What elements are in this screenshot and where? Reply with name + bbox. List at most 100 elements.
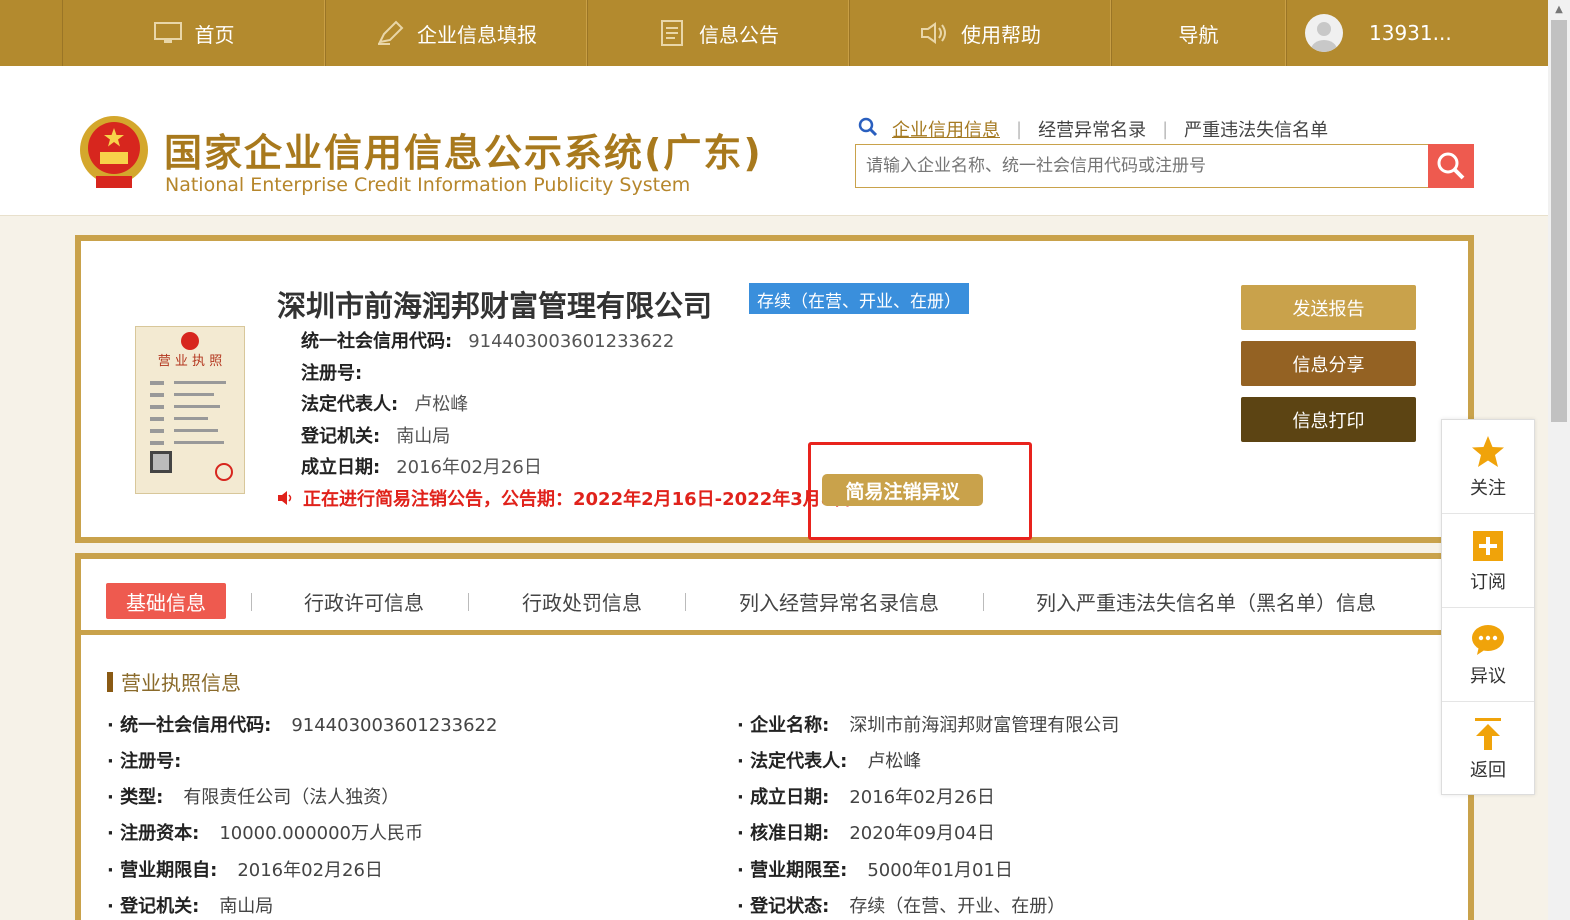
field-value: 2016年02月26日 — [849, 787, 995, 808]
divider — [251, 593, 252, 611]
row-term-to: 营业期限至: 5000年01月01日 — [737, 856, 1013, 882]
field-label: 成立日期: — [301, 457, 381, 478]
field-label: 注册号: — [301, 363, 363, 384]
nav-home[interactable]: 首页 — [62, 0, 325, 66]
field-value: 卢松峰 — [414, 394, 469, 415]
nav-help[interactable]: 使用帮助 — [849, 0, 1111, 66]
speaker-icon — [919, 20, 949, 46]
field-value: 有限责任公司（法人独资） — [183, 787, 400, 808]
tab-abnormal-list[interactable]: 列入经营异常名录信息 — [739, 583, 939, 619]
user-name: 13931... — [1369, 21, 1452, 45]
tab-admin-license[interactable]: 行政许可信息 — [304, 583, 424, 619]
document-icon — [657, 20, 687, 46]
notice-text: 正在进行简易注销公告，公告期：2022年2月16日-2022年3月8日 — [303, 489, 852, 510]
field-label: 统一社会信用代码: — [301, 331, 453, 352]
info-credit-code: 统一社会信用代码: 914403003601233622 — [301, 327, 674, 353]
field-label: 营业期限至: — [737, 860, 847, 881]
monitor-icon — [153, 20, 183, 46]
nav-help-label: 使用帮助 — [961, 22, 1041, 47]
field-value: 2016年02月26日 — [396, 457, 542, 478]
search-link-credit-info[interactable]: 企业信用信息 — [892, 116, 1000, 142]
deregistration-objection-button[interactable]: 简易注销异议 — [822, 474, 983, 506]
field-value: 存续（在营、开业、在册） — [849, 896, 1066, 917]
objection-button[interactable]: 异议 — [1442, 608, 1534, 702]
nav-navigation[interactable]: 导航 — [1111, 0, 1286, 66]
info-reg-number: 注册号: — [301, 359, 378, 385]
field-label: 营业期限自: — [107, 860, 217, 881]
info-founded-date: 成立日期: 2016年02月26日 — [301, 453, 542, 479]
star-icon — [1470, 434, 1506, 470]
info-legal-rep: 法定代表人: 卢松峰 — [301, 390, 468, 416]
status-badge: 存续（在营、开业、在册） — [749, 283, 969, 314]
search-button[interactable] — [1428, 144, 1474, 188]
row-capital: 注册资本: 10000.000000万人民币 — [107, 819, 423, 845]
tab-admin-penalty[interactable]: 行政处罚信息 — [522, 583, 642, 619]
floating-toolbar: 关注 订阅 异议 返回 — [1441, 419, 1535, 795]
search-input[interactable] — [855, 144, 1429, 188]
info-reg-authority: 登记机关: 南山局 — [301, 422, 450, 448]
subscribe-button[interactable]: 订阅 — [1442, 514, 1534, 608]
scroll-up-arrow-icon[interactable]: ▲ — [1552, 4, 1566, 16]
nav-report-label: 企业信息填报 — [417, 22, 537, 47]
avatar — [1305, 14, 1343, 52]
tab-basic-info[interactable]: 基础信息 — [106, 583, 226, 619]
row-reg-authority: 登记机关: 南山局 — [107, 892, 273, 918]
row-type: 类型: 有限责任公司（法人独资） — [107, 783, 399, 809]
row-legal-rep: 法定代表人: 卢松峰 — [737, 747, 921, 773]
field-value: 南山局 — [219, 896, 274, 917]
nav-home-label: 首页 — [194, 22, 235, 47]
objection-label: 异议 — [1470, 665, 1506, 687]
print-info-button[interactable]: 信息打印 — [1241, 397, 1416, 442]
field-label: 登记机关: — [107, 896, 199, 917]
field-value: 2020年09月04日 — [849, 823, 995, 844]
field-label: 注册号: — [107, 751, 181, 772]
user-menu[interactable]: 13931... — [1286, 0, 1548, 66]
field-value: 914403003601233622 — [468, 331, 675, 352]
site-title: 国家企业信用信息公示系统(广东) — [164, 131, 763, 175]
row-reg-number: 注册号: — [107, 747, 201, 773]
back-label: 返回 — [1470, 760, 1506, 781]
divider — [468, 593, 469, 611]
national-emblem-logo — [76, 112, 152, 192]
send-report-button[interactable]: 发送报告 — [1241, 285, 1416, 330]
company-name: 深圳市前海润邦财富管理有限公司 — [277, 289, 713, 323]
divider — [685, 593, 686, 611]
field-value: 10000.000000万人民币 — [219, 823, 424, 844]
divider: | — [1162, 118, 1169, 140]
nav-report[interactable]: 企业信息填报 — [325, 0, 587, 66]
row-term-from: 营业期限自: 2016年02月26日 — [107, 856, 383, 882]
divider: | — [1016, 118, 1023, 140]
detail-panel: 基础信息 行政许可信息 行政处罚信息 列入经营异常名录信息 列入严重违法失信名单… — [75, 553, 1474, 920]
plus-square-icon — [1470, 528, 1506, 564]
tab-blacklist[interactable]: 列入严重违法失信名单（黑名单）信息 — [1036, 583, 1376, 619]
nav-announcement[interactable]: 信息公告 — [587, 0, 849, 66]
field-value: 南山局 — [396, 426, 451, 447]
field-label: 登记状态: — [737, 896, 829, 917]
search-icon — [858, 117, 878, 142]
nav-announcement-label: 信息公告 — [699, 22, 779, 47]
tab-bar: 基础信息 行政许可信息 行政处罚信息 列入经营异常名录信息 列入严重违法失信名单… — [81, 559, 1468, 635]
back-to-top-button[interactable]: 返回 — [1442, 702, 1534, 796]
section-title-text: 营业执照信息 — [121, 671, 241, 695]
search-link-blacklist[interactable]: 严重违法失信名单 — [1184, 116, 1328, 142]
subscribe-label: 订阅 — [1470, 571, 1506, 593]
share-info-button[interactable]: 信息分享 — [1241, 341, 1416, 386]
field-value: 5000年01月01日 — [867, 860, 1013, 881]
site-subtitle: National Enterprise Credit Information P… — [165, 174, 691, 196]
search-link-abnormal-list[interactable]: 经营异常名录 — [1038, 116, 1146, 142]
field-label: 登记机关: — [301, 426, 381, 447]
company-summary-card: 营 业 执 照 深圳市前海润邦财富管理有限公司 存续（在营、开业、在册） 统一社… — [75, 235, 1474, 543]
row-founded-date: 成立日期: 2016年02月26日 — [737, 783, 995, 809]
field-value: 深圳市前海润邦财富管理有限公司 — [849, 715, 1120, 736]
follow-button[interactable]: 关注 — [1442, 420, 1534, 514]
field-label: 统一社会信用代码: — [107, 715, 271, 736]
pen-icon — [375, 20, 405, 46]
field-value: 卢松峰 — [867, 751, 922, 772]
business-license-image[interactable]: 营 业 执 照 — [135, 326, 245, 494]
scrollbar-thumb[interactable] — [1551, 20, 1567, 422]
field-label: 法定代表人: — [301, 394, 399, 415]
search-icon — [1437, 152, 1465, 180]
chat-icon — [1470, 622, 1506, 658]
field-label: 成立日期: — [737, 787, 829, 808]
